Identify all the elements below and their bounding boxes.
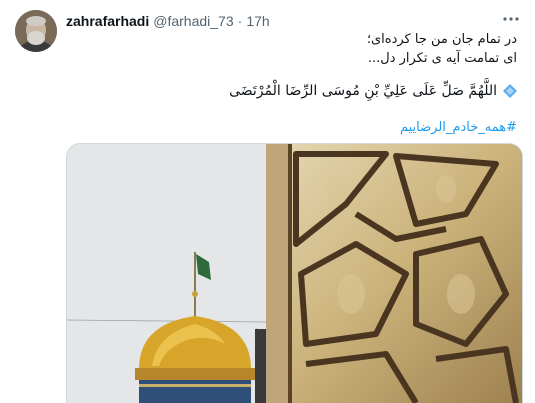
tweet-header: zahrafarhadi @farhadi_73 · 17h	[66, 11, 515, 31]
tweet-text-line-2: ای تمامت آیه ی تکرار دل...	[367, 51, 517, 66]
tweet-text-line-1: در تمام جان من جا کرده‌ای؛	[366, 32, 517, 47]
tweet-prayer-line: اللَّهُمَّ صَلِّ عَلَى عَلِيِّ بْنِ مُوس…	[229, 83, 517, 99]
avatar[interactable]	[15, 10, 57, 52]
separator: ·	[237, 13, 243, 29]
carved-golden-door-image[interactable]	[266, 144, 522, 403]
more-dots-icon[interactable]	[499, 9, 523, 29]
hashtag-link[interactable]: #همه_خادم_الرضاییم	[400, 120, 517, 135]
tweet-media[interactable]	[66, 143, 523, 403]
blue-diamond-icon	[503, 84, 517, 98]
prayer-text: اللَّهُمَّ صَلِّ عَلَى عَلِيِّ بْنِ مُوس…	[229, 83, 497, 99]
timestamp[interactable]: 17h	[246, 13, 269, 29]
author-handle[interactable]: @farhadi_73	[153, 13, 233, 29]
author-name[interactable]: zahrafarhadi	[66, 13, 149, 29]
golden-dome-with-green-flag-image[interactable]	[67, 144, 267, 403]
